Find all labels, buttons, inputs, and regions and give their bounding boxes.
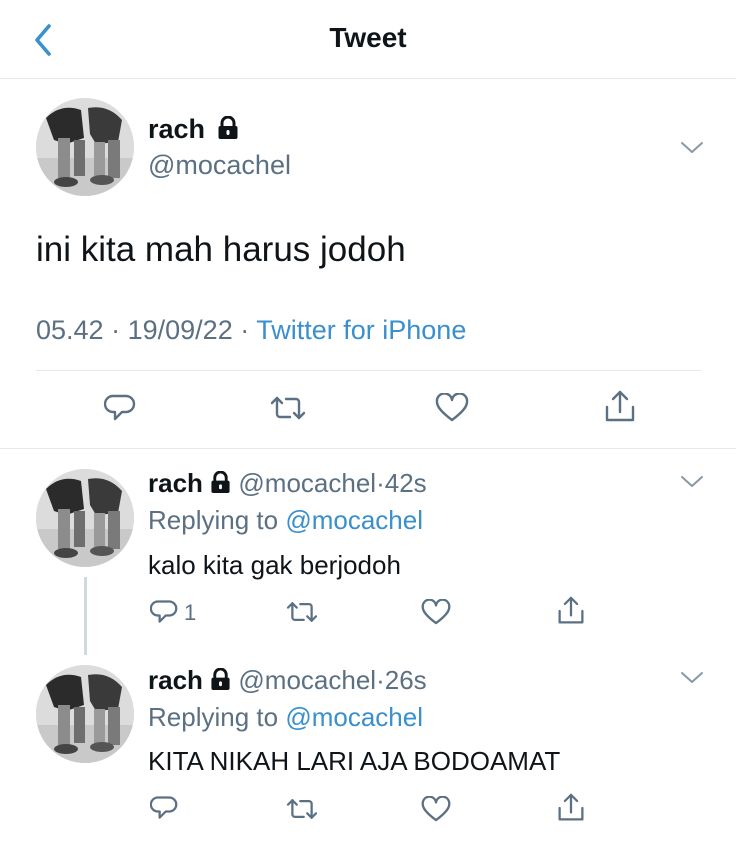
share-icon <box>558 596 584 624</box>
meta-separator: · <box>111 315 121 345</box>
handle[interactable]: @mocachel <box>148 150 291 181</box>
lock-icon <box>211 667 230 690</box>
replying-to: Replying to @mocachel <box>148 702 423 733</box>
like-button[interactable] <box>421 795 451 828</box>
reply-header: rach @mocachel·42s <box>148 468 427 499</box>
reply-icon <box>103 394 136 421</box>
chevron-down-icon <box>681 476 703 487</box>
thread-line <box>84 577 87 655</box>
retweet-icon <box>286 602 318 622</box>
replying-to-label: Replying to <box>148 702 279 732</box>
meta-separator: · <box>376 665 385 695</box>
divider <box>0 448 736 449</box>
tweet-text: ini kita mah harus jodoh <box>36 230 406 269</box>
tweet-source-link[interactable]: Twitter for iPhone <box>256 315 466 345</box>
reply-button[interactable] <box>103 392 136 429</box>
tweet-time: 05.42 <box>36 315 104 345</box>
more-options-button[interactable] <box>678 138 706 158</box>
meta-separator: · <box>240 315 250 345</box>
reply-text: KITA NIKAH LARI AJA BODOAMAT <box>148 746 561 776</box>
display-name[interactable]: rach <box>148 114 205 144</box>
reply-age: 42s <box>384 468 427 498</box>
share-button[interactable] <box>557 596 585 631</box>
reply-text: kalo kita gak berjodoh <box>148 550 401 580</box>
tweet-meta: 05.42 · 19/09/22 · Twitter for iPhone <box>36 315 466 346</box>
reply-button[interactable] <box>149 794 178 827</box>
retweet-button[interactable] <box>286 598 318 631</box>
divider <box>36 370 701 371</box>
display-name[interactable]: rach <box>148 665 203 695</box>
like-icon <box>435 392 469 422</box>
more-options-button[interactable] <box>678 668 706 688</box>
avatar[interactable] <box>36 98 134 196</box>
reply-icon <box>149 600 178 623</box>
reply-button[interactable] <box>149 598 178 631</box>
replying-to-label: Replying to <box>148 505 279 535</box>
handle[interactable]: @mocachel <box>238 468 376 498</box>
retweet-icon <box>270 396 306 420</box>
handle[interactable]: @mocachel <box>238 665 376 695</box>
avatar[interactable] <box>36 665 134 763</box>
retweet-icon <box>286 799 318 819</box>
chevron-down-icon <box>681 142 703 153</box>
reply-age: 26s <box>384 665 427 695</box>
replying-to-handle[interactable]: @mocachel <box>285 702 423 732</box>
lock-icon <box>211 470 230 493</box>
retweet-button[interactable] <box>270 392 306 429</box>
chevron-down-icon <box>681 672 703 683</box>
meta-separator: · <box>376 468 385 498</box>
reply-count: 1 <box>184 600 197 625</box>
share-button[interactable] <box>557 793 585 828</box>
tweet-date: 19/09/22 <box>127 315 233 345</box>
top-bar: Tweet <box>0 0 736 79</box>
lock-icon <box>218 115 238 139</box>
share-icon <box>558 793 584 821</box>
like-button[interactable] <box>421 598 451 631</box>
share-icon <box>605 390 635 422</box>
reply-header: rach @mocachel·26s <box>148 665 427 696</box>
retweet-button[interactable] <box>286 795 318 828</box>
like-icon <box>421 598 451 625</box>
replying-to-handle[interactable]: @mocachel <box>285 505 423 535</box>
page-title: Tweet <box>329 22 407 53</box>
avatar[interactable] <box>36 469 134 567</box>
like-button[interactable] <box>435 392 469 428</box>
reply-icon <box>149 796 178 819</box>
like-icon <box>421 795 451 822</box>
more-options-button[interactable] <box>678 472 706 492</box>
display-name[interactable]: rach <box>148 468 203 498</box>
replying-to: Replying to @mocachel <box>148 505 423 536</box>
share-button[interactable] <box>604 390 636 429</box>
